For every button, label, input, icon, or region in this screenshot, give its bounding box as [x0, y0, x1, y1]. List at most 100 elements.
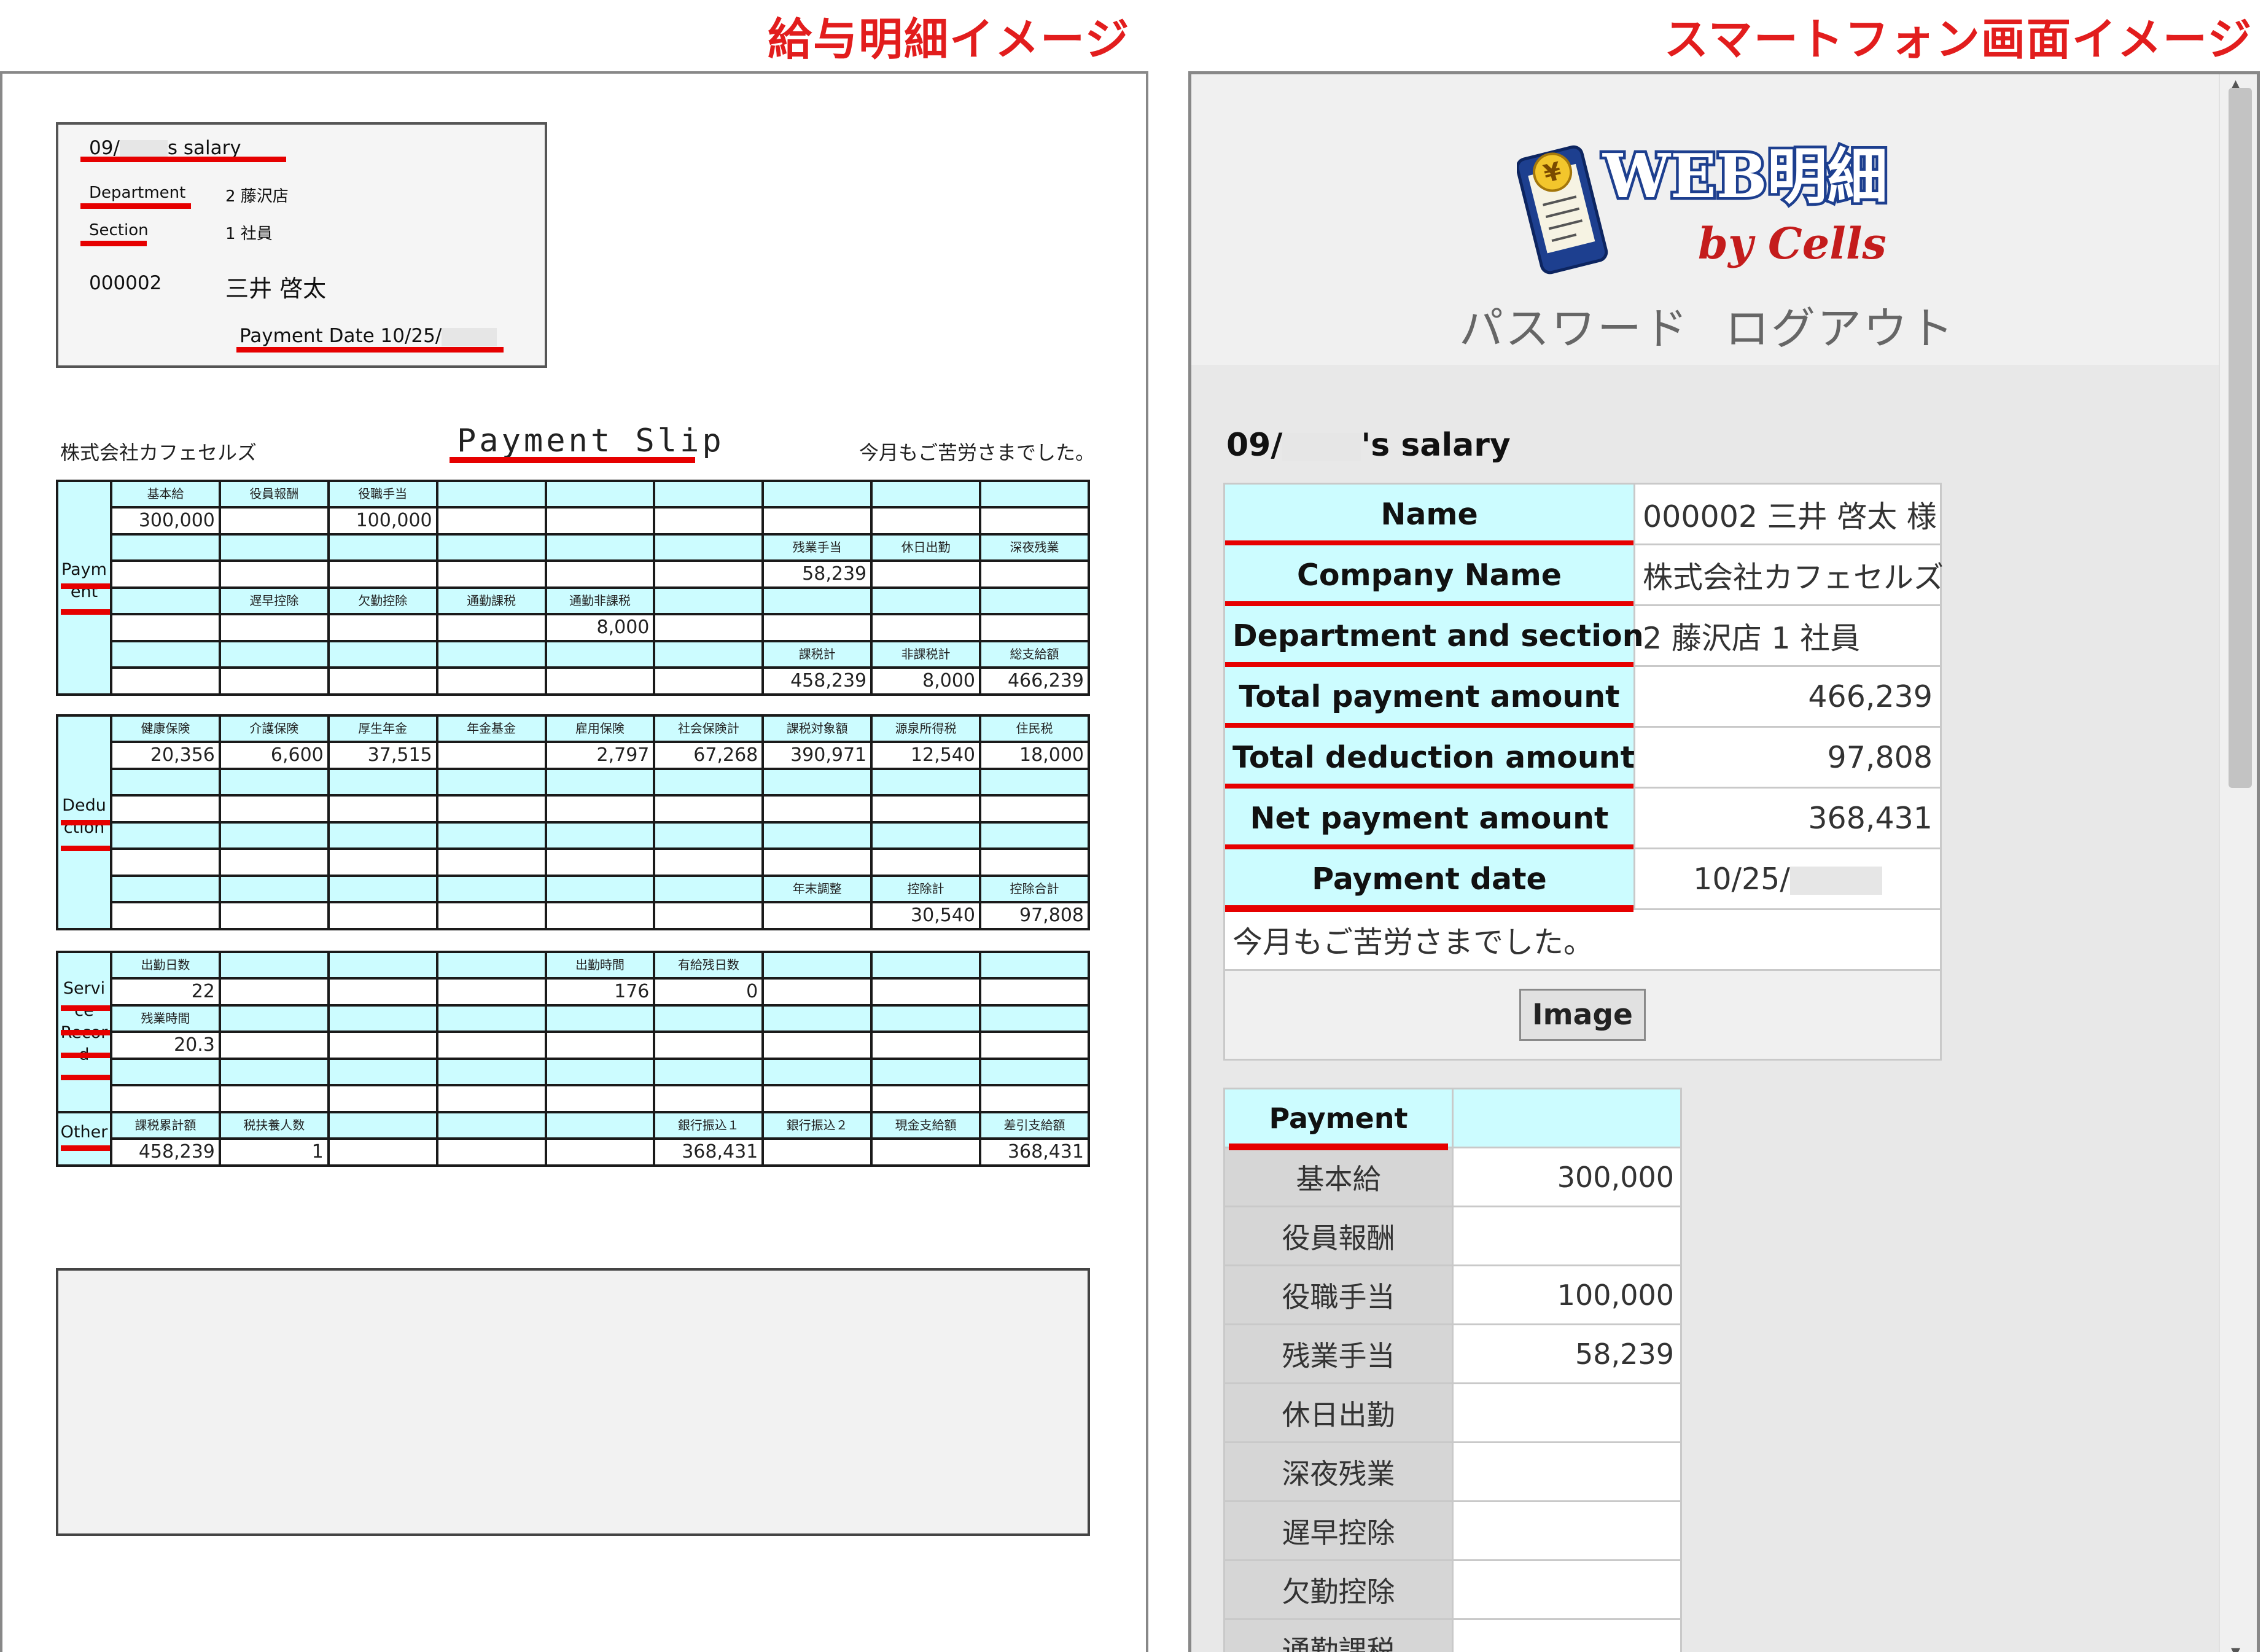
- slip-field-value: 300,000: [110, 506, 221, 536]
- slip-field-label: 住民税: [979, 714, 1090, 743]
- slip-field-value: 22: [110, 977, 221, 1007]
- other-side-label: Other: [56, 1111, 112, 1167]
- service-row: 22 176 0: [57, 977, 1090, 1007]
- other-side-label-label-part: Other: [60, 1123, 108, 1142]
- slip-field-value: [218, 613, 330, 642]
- slip-field-label: [544, 1004, 656, 1033]
- slip-field-value: 18,000: [979, 741, 1090, 770]
- deduction-row: [57, 768, 1090, 797]
- slip-field-value: 458,239: [761, 666, 873, 696]
- slip-field-label: [218, 821, 330, 850]
- payment-row: 58,239: [57, 559, 1090, 589]
- slip-field-value: [653, 559, 765, 589]
- slip-field-label: [435, 1004, 547, 1033]
- payment-item-row: 遅早控除: [1223, 1500, 1682, 1561]
- password-link[interactable]: パスワード: [1459, 303, 1689, 354]
- phone-salary-title: 09/'s salary: [1226, 427, 1511, 464]
- other-row: 458,239 1 368,431 368,431: [57, 1137, 1090, 1167]
- slip-field-value: [761, 1137, 873, 1167]
- slip-field-label: [435, 1111, 547, 1140]
- slip-field-value: [761, 1031, 873, 1060]
- scrollbar-thumb[interactable]: [2229, 88, 2252, 788]
- scrollbar[interactable]: ▴ ▾: [2219, 74, 2257, 1652]
- slip-field-value: [544, 559, 656, 589]
- slip-field-value: 8,000: [544, 613, 656, 642]
- summary-row: Name 000002 三井 啓太 様: [1223, 483, 1942, 547]
- slip-field-value: 58,239: [761, 559, 873, 589]
- slip-field-label: 控除計: [870, 875, 981, 903]
- payment-date-label: Payment Date 10/25/: [239, 325, 497, 347]
- slip-company-name: 株式会社カフェセルズ: [60, 441, 257, 464]
- slip-notes-box: [56, 1268, 1090, 1536]
- summary-row: Net payment amount 368,431: [1223, 787, 1942, 851]
- slip-field-label: [218, 768, 330, 797]
- slip-field-value: [435, 559, 547, 589]
- slip-field-label: 介護保険: [218, 714, 330, 743]
- image-button[interactable]: Image: [1519, 989, 1646, 1041]
- slip-field-value: [327, 613, 438, 642]
- slip-field-value: [761, 977, 873, 1007]
- employee-id: 000002: [89, 272, 162, 294]
- slip-field-label: 非課税計: [870, 640, 981, 669]
- slip-field-label: [761, 1004, 873, 1033]
- phone-nav: パスワード ログアウト: [1191, 292, 2223, 357]
- slip-field-value: [327, 1137, 438, 1167]
- payment-item-label: 残業手当: [1223, 1323, 1454, 1384]
- slip-field-label: [653, 875, 765, 903]
- payment-row: 8,000: [57, 613, 1090, 642]
- payment-item-value: [1452, 1500, 1682, 1561]
- slip-field-value: [327, 977, 438, 1007]
- slip-field-label: [544, 533, 656, 562]
- slip-field-label: [327, 533, 438, 562]
- payment-item-label: 役職手当: [1223, 1264, 1454, 1325]
- service-row: 残業時間: [57, 1004, 1090, 1033]
- slip-field-value: [653, 506, 765, 536]
- slip-title: Payment Slip: [457, 423, 725, 459]
- slip-field-value: [870, 1084, 981, 1113]
- summary-value: 466,239: [1633, 665, 1942, 728]
- slip-field-label: [653, 1058, 765, 1086]
- slip-field-value: 368,431: [979, 1137, 1090, 1167]
- smartphone-screen: ¥ WEB明細 by Cells パスワード ログアウト 09/'s salar…: [1188, 71, 2260, 1652]
- payslip-image-heading: 給与明細イメージ: [768, 14, 1131, 65]
- payment-item-row: 役員報酬: [1223, 1206, 1682, 1266]
- summary-row: Total payment amount 466,239: [1223, 665, 1942, 730]
- service-row: [57, 1058, 1090, 1086]
- slip-field-value: [435, 741, 547, 770]
- payment-row: 課税計 非課税計 総支給額: [57, 640, 1090, 669]
- slip-field-value: [761, 794, 873, 824]
- slip-field-label: [544, 480, 656, 508]
- payment-side-label: Paym ent: [56, 480, 112, 696]
- slip-field-label: [653, 821, 765, 850]
- slip-field-value: [218, 1031, 330, 1060]
- slip-field-value: [435, 1137, 547, 1167]
- slip-field-label: [218, 875, 330, 903]
- payment-item-row: 通勤課税: [1223, 1618, 1682, 1652]
- slip-field-label: [761, 951, 873, 980]
- payment-item-row: 欠勤控除: [1223, 1559, 1682, 1620]
- payment-side-label-label-part: Paym: [61, 560, 107, 579]
- slip-field-label: [435, 480, 547, 508]
- summary-value: 000002 三井 啓太 様: [1633, 483, 1942, 545]
- slip-field-value: [218, 506, 330, 536]
- payment-header-row: Payment: [1223, 1088, 1682, 1150]
- slip-field-label: [761, 480, 873, 508]
- slip-field-label: [435, 821, 547, 850]
- slip-field-label: 雇用保険: [544, 714, 656, 743]
- employee-name: 三井 啓太: [225, 275, 327, 302]
- payment-row: 300,000 100,000: [57, 506, 1090, 536]
- slip-field-value: [870, 977, 981, 1007]
- slip-field-label: [761, 768, 873, 797]
- slip-field-value: [653, 1031, 765, 1060]
- logout-link[interactable]: ログアウト: [1725, 303, 1955, 354]
- deduction-side-label: Dedu ction: [56, 714, 112, 930]
- slip-field-label: 役員報酬: [218, 480, 330, 508]
- slip-field-label: [110, 640, 221, 669]
- summary-row: Total deduction amount 97,808: [1223, 726, 1942, 790]
- slip-field-value: [653, 1084, 765, 1113]
- payment-item-label: 基本給: [1223, 1147, 1454, 1207]
- slip-field-label: [544, 1058, 656, 1086]
- scroll-down-icon[interactable]: ▾: [2231, 1641, 2240, 1652]
- payment-row: Paym ent 基本給 役員報酬 役職手当: [56, 480, 1090, 696]
- payment-item-value: 300,000: [1452, 1147, 1682, 1207]
